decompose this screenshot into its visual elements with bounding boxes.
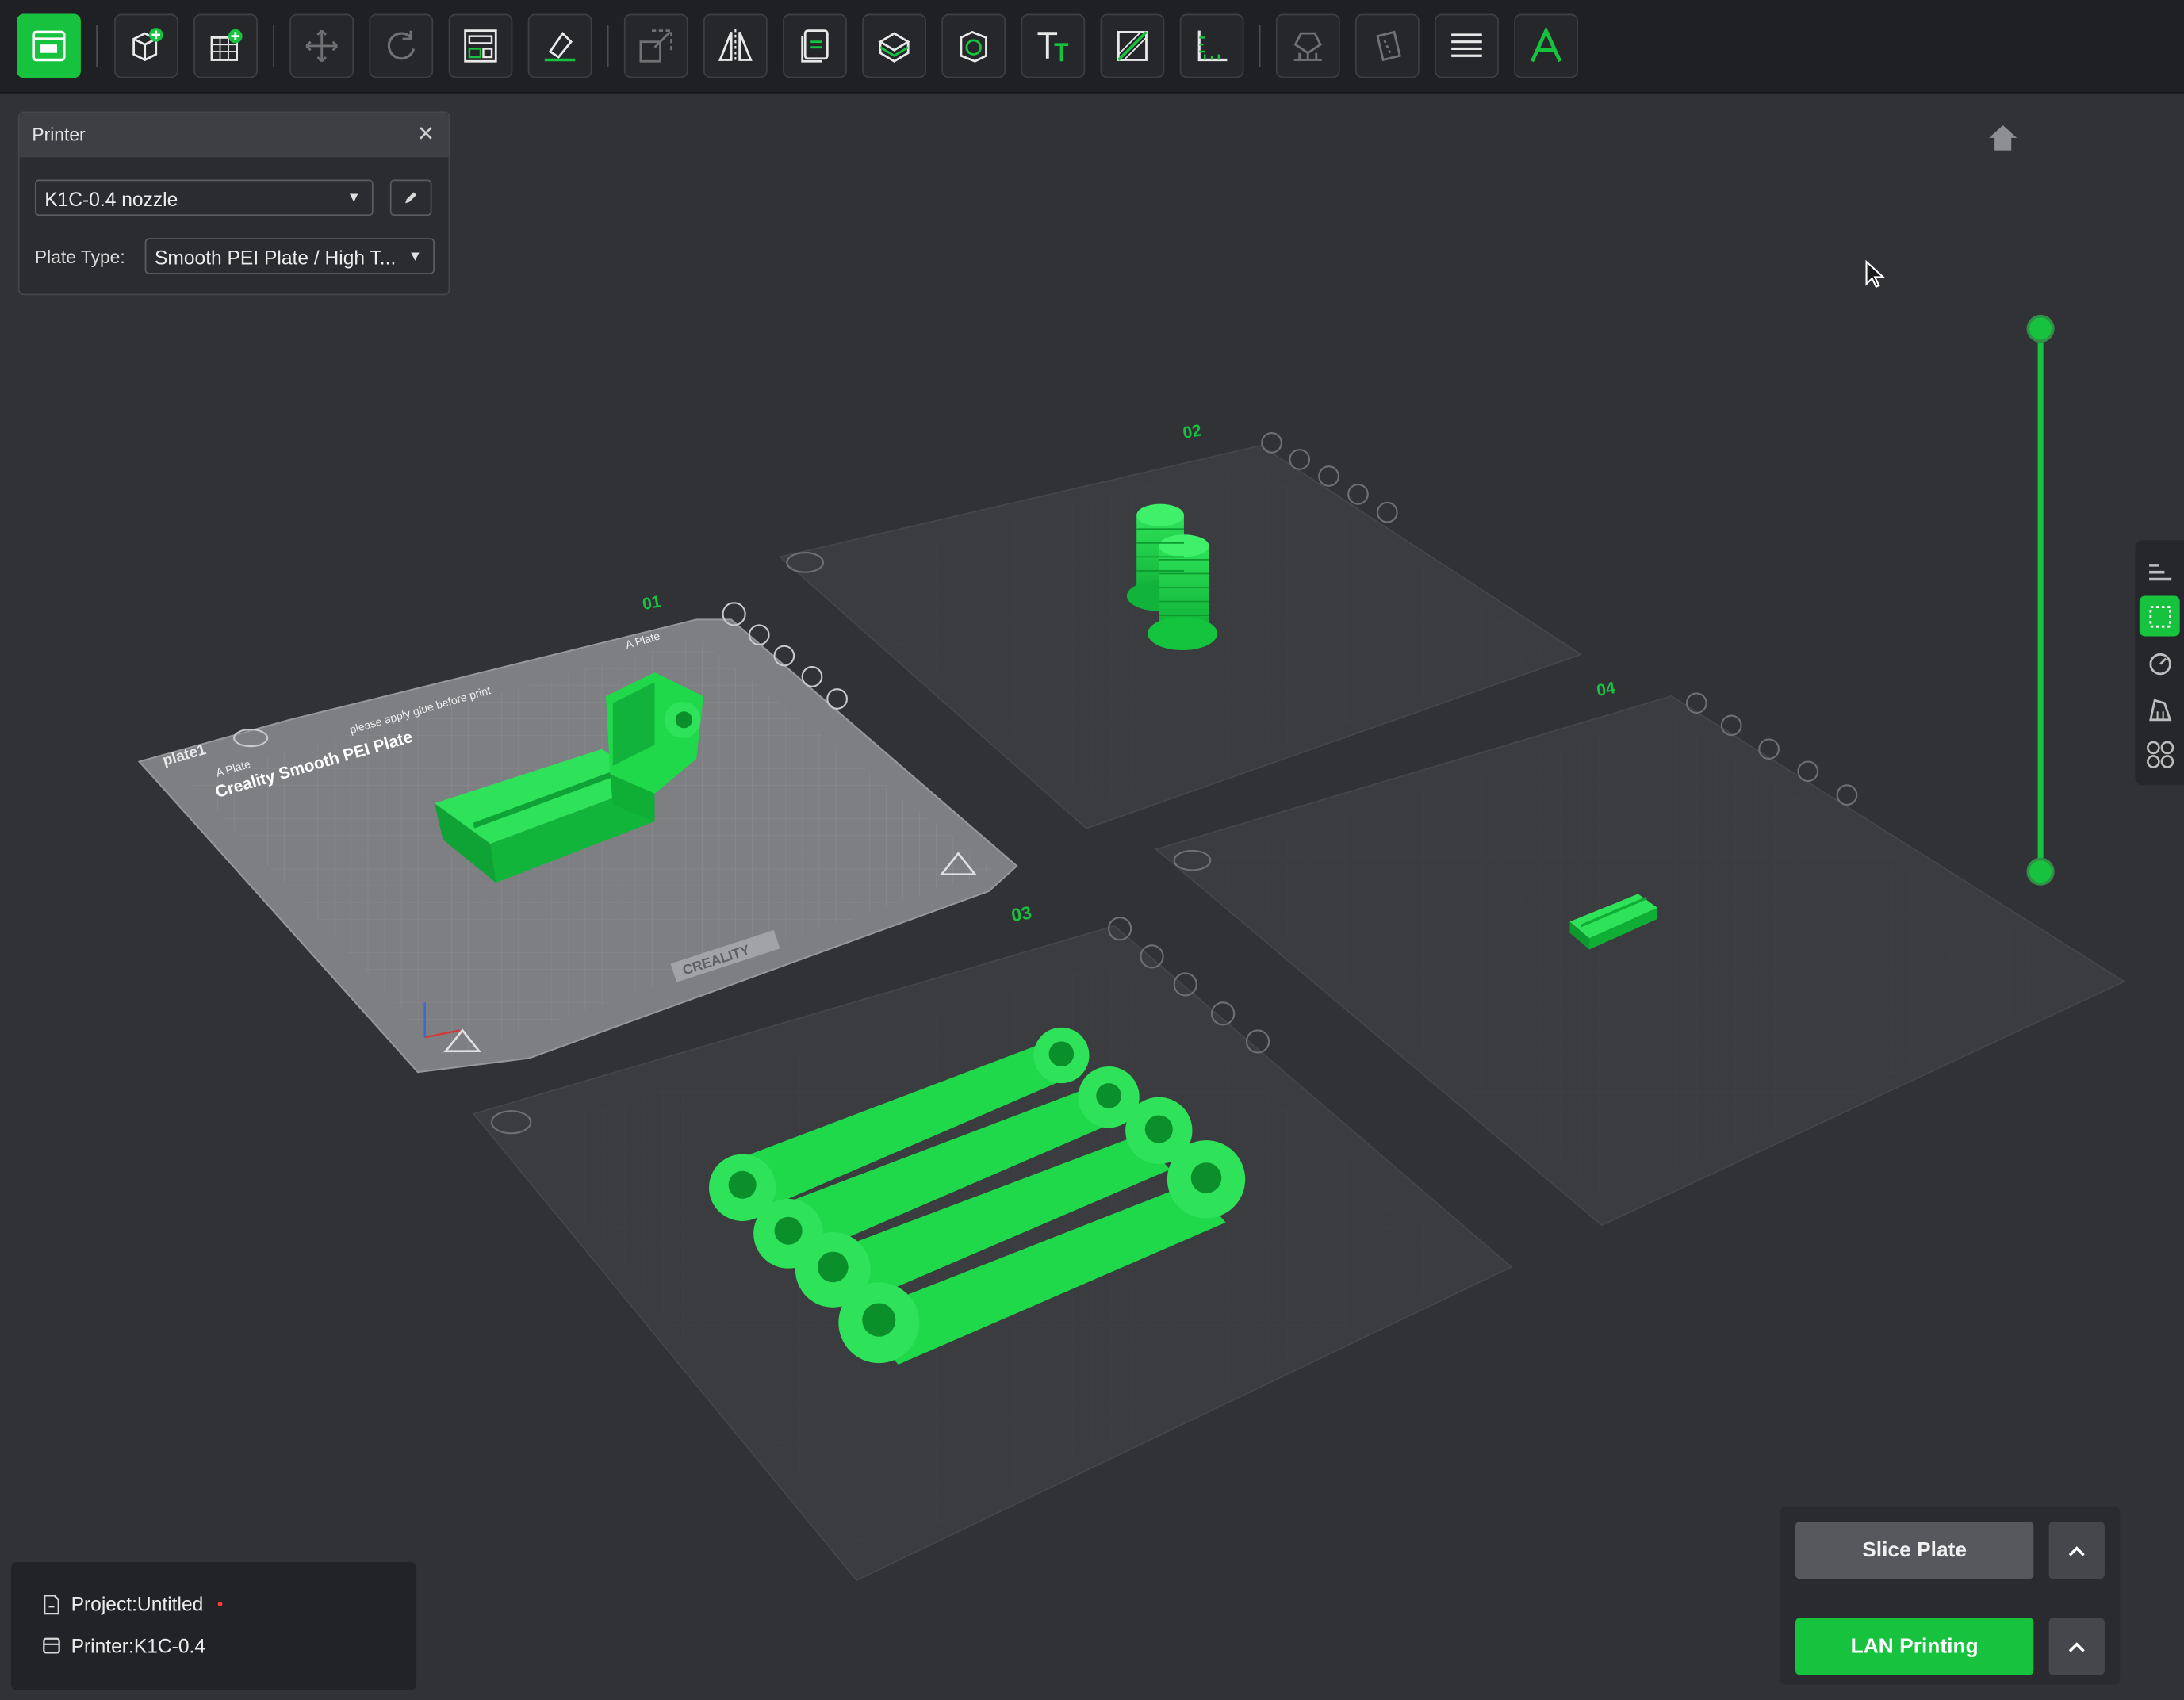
layers-icon[interactable] [1435,13,1499,78]
lay-on-face-icon[interactable] [527,13,592,78]
chevron-down-icon: ▼ [347,190,361,206]
seam-paint-icon[interactable] [1354,13,1420,78]
speed-gauge-icon[interactable] [2140,641,2180,682]
support-view-icon[interactable] [2140,687,2180,728]
3d-viewport[interactable]: 02 04 03 01 plate1 Creality Smooth PEI P… [0,94,2184,1700]
edit-printer-button[interactable] [389,179,432,216]
support-paint-icon[interactable] [1275,13,1340,78]
chevron-down-icon: ▼ [408,249,423,265]
chevron-up-icon [2068,1641,2085,1652]
project-name: Project:Untitled [71,1592,204,1615]
hollow-icon[interactable] [941,13,1006,78]
pencil-icon [405,192,417,204]
chevron-up-icon [2068,1545,2085,1556]
slice-options-button[interactable] [2048,1522,2105,1579]
layer-slider-track[interactable] [2037,328,2044,872]
printer-select[interactable]: K1C-0.4 nozzle ▼ [34,179,374,216]
project-status-row: Project:Untitled • [42,1592,224,1615]
printer-panel-title: Printer [32,124,86,145]
cut-icon[interactable] [862,13,926,78]
layer-slider-top-handle[interactable] [2026,314,2055,343]
rotate-icon[interactable] [369,13,434,78]
close-icon[interactable]: ✕ [417,113,435,157]
project-status-panel: Project:Untitled • Printer:K1C-0.4 [11,1562,417,1690]
text-icon[interactable] [1021,13,1086,78]
print-options-button[interactable] [2048,1618,2105,1675]
plate-view-icon[interactable] [2139,595,2180,637]
printer-panel-header: Printer ✕ [19,113,449,158]
printer-icon [43,1637,60,1654]
home-icon[interactable] [1987,123,2020,160]
slice-plate-button[interactable]: Slice Plate [1795,1522,2034,1579]
view-side-toolbar [2135,540,2184,786]
prepare-view-icon[interactable] [17,13,81,78]
plate-number-03: 03 [1010,902,1033,925]
document-icon [44,1594,59,1614]
multi-part-icon[interactable] [2140,733,2180,774]
copy-plate-icon[interactable] [783,13,847,78]
mouse-cursor-icon [1864,259,1886,297]
printer-panel: Printer ✕ K1C-0.4 nozzle ▼ Plate Type: S… [17,111,450,296]
printer-name: Printer:K1C-0.4 [71,1634,206,1657]
plate-number-02: 02 [1182,421,1203,442]
arrange-icon[interactable] [448,13,513,78]
layer-slider-bottom-handle[interactable] [2026,857,2055,886]
printer-status-row: Printer:K1C-0.4 [42,1634,206,1657]
add-object-icon[interactable] [114,13,178,78]
scale-icon[interactable] [623,13,688,78]
printer-select-value: K1C-0.4 nozzle [44,188,178,211]
plate-type-select[interactable]: Smooth PEI Plate / High T... ▼ [144,238,435,274]
add-plate-icon[interactable] [193,13,258,78]
font-icon[interactable] [1514,13,1578,78]
plate-type-label: Plate Type: [34,246,125,268]
split-icon[interactable] [1100,13,1165,78]
layer-list-icon[interactable] [2140,549,2180,589]
plate-number-04: 04 [1595,679,1616,700]
lan-printing-button[interactable]: LAN Printing [1795,1618,2034,1675]
main-toolbar [0,0,2184,94]
unsaved-indicator: • [216,1594,224,1614]
measure-icon[interactable] [1179,13,1244,78]
plate-number-01: 01 [641,592,662,614]
move-icon[interactable] [289,13,354,78]
mirror-icon[interactable] [703,13,768,78]
plate-type-value: Smooth PEI Plate / High T... [154,246,397,269]
